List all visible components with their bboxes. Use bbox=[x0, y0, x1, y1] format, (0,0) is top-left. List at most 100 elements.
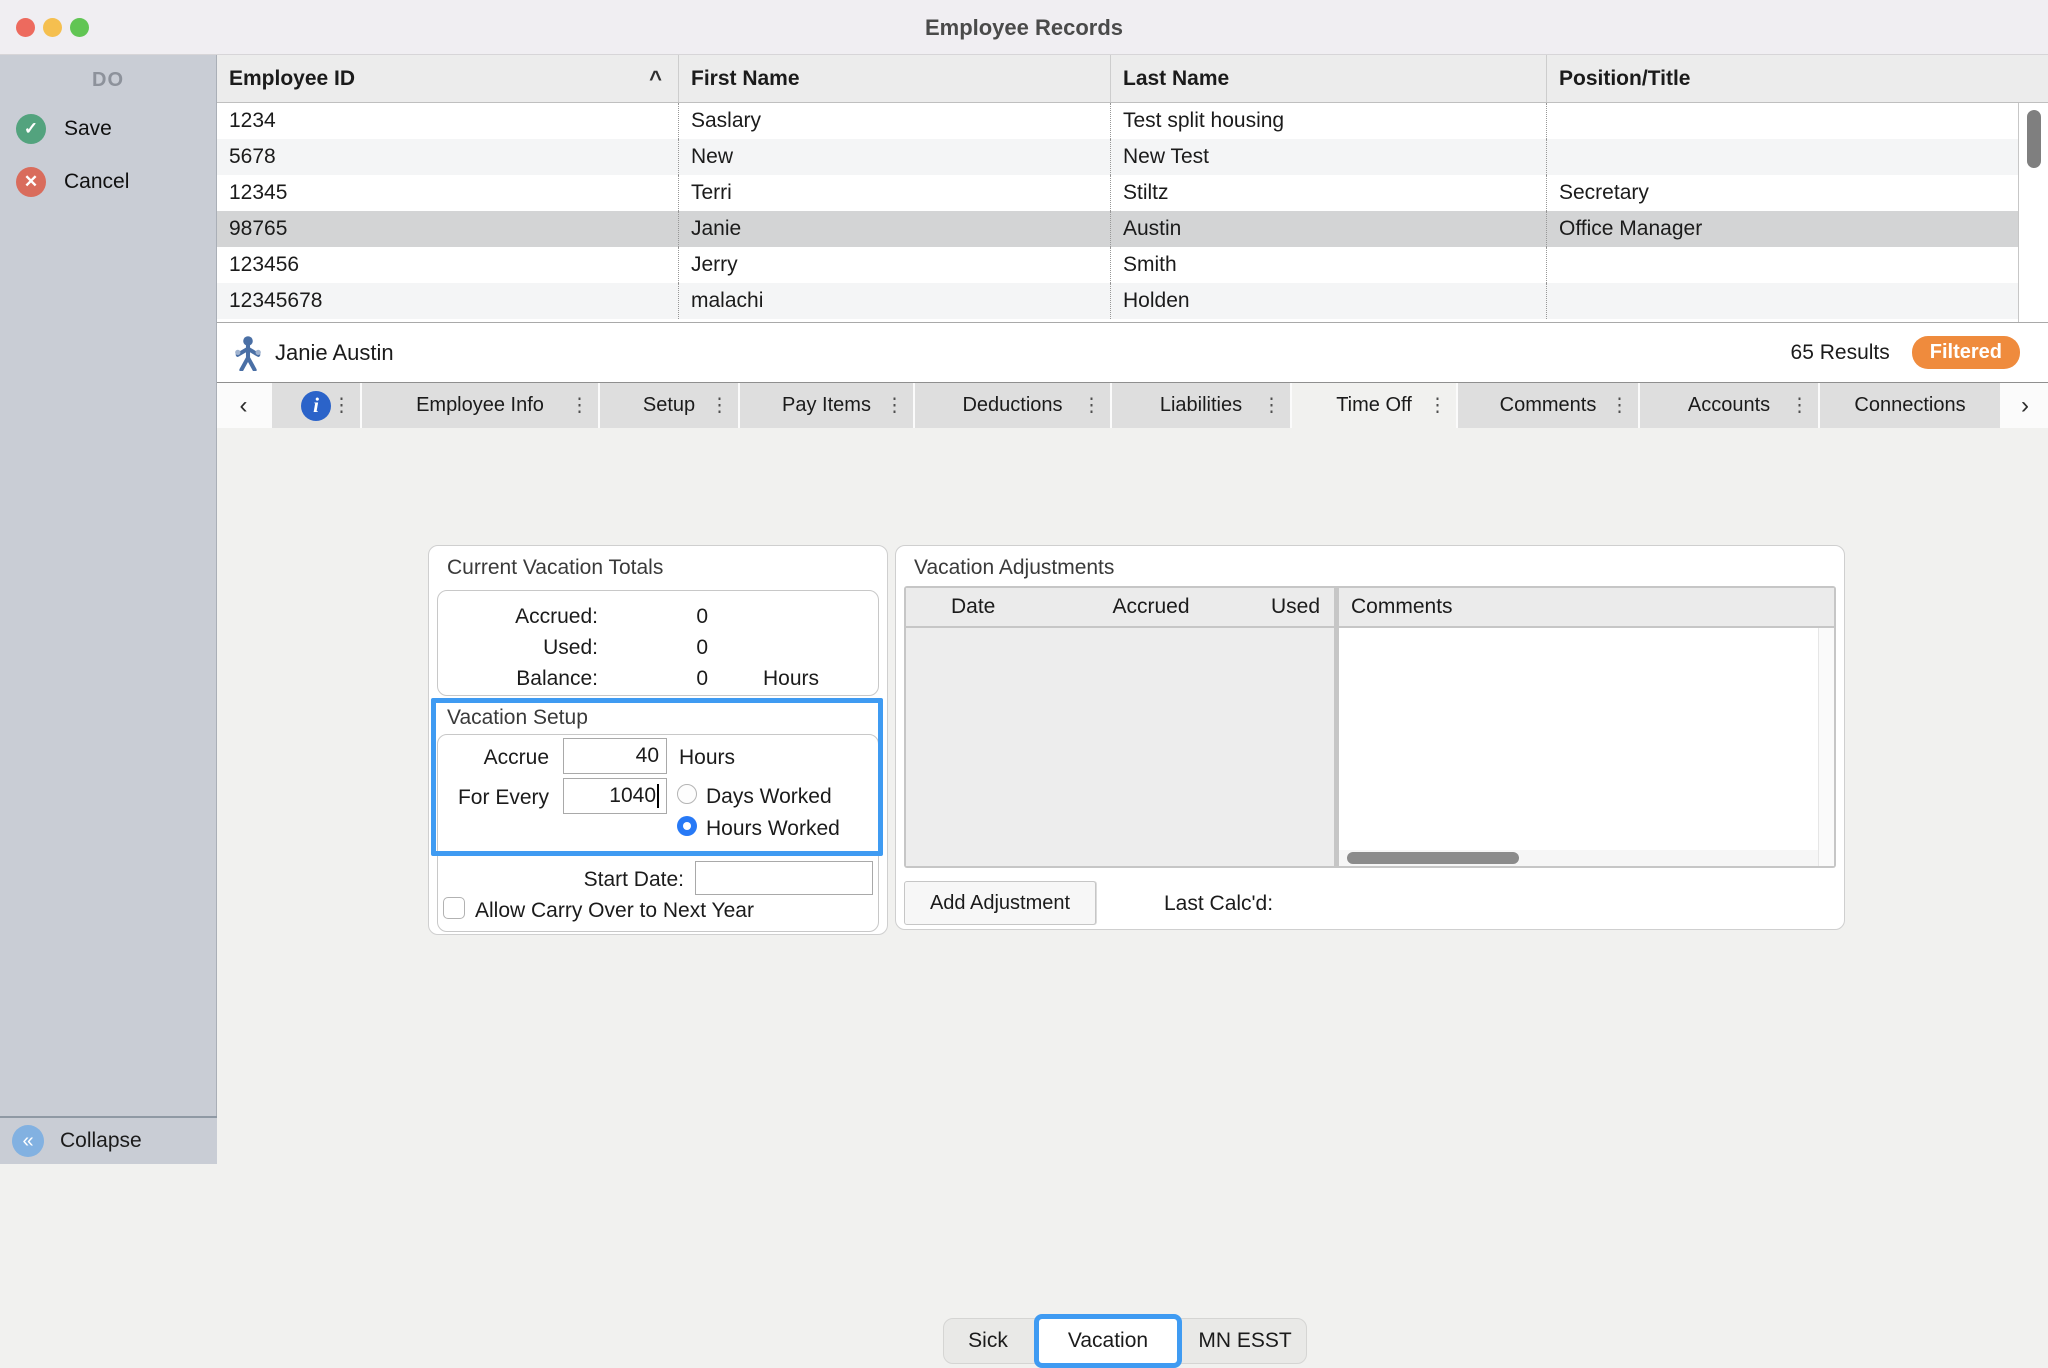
employee-person-icon bbox=[233, 335, 263, 371]
tab-options-icon[interactable]: ⋮ bbox=[332, 394, 351, 417]
tab-options-icon[interactable]: ⋮ bbox=[570, 394, 589, 417]
tab-employee-info[interactable]: Employee Info⋮ bbox=[362, 383, 598, 428]
accrue-input[interactable]: 40 bbox=[563, 738, 667, 774]
record-bar: Janie Austin 65 Results Filtered bbox=[217, 322, 2048, 383]
info-icon: i bbox=[301, 391, 331, 421]
results-count: 65 Results bbox=[1791, 341, 1890, 365]
selected-employee-name: Janie Austin bbox=[275, 340, 394, 366]
for-every-input[interactable]: 1040 bbox=[563, 778, 667, 814]
tab-options-icon[interactable]: ⋮ bbox=[710, 394, 729, 417]
adjustments-column-accrued: Accrued bbox=[1076, 595, 1226, 619]
column-header-position-title[interactable]: Position/Title bbox=[1546, 55, 2018, 102]
used-value: 0 bbox=[598, 636, 708, 660]
tab-accounts[interactable]: Accounts⋮ bbox=[1640, 383, 1818, 428]
save-button[interactable]: ✓ Save bbox=[0, 107, 217, 151]
table-scrollbar bbox=[2018, 103, 2048, 322]
cancel-label: Cancel bbox=[64, 170, 129, 194]
tab-info[interactable]: i ⋮ bbox=[272, 383, 360, 428]
tab-setup[interactable]: Setup⋮ bbox=[600, 383, 738, 428]
adjustments-column-used: Used bbox=[1226, 595, 1334, 619]
used-label: Used: bbox=[438, 636, 598, 660]
table-row[interactable]: 123456 Jerry Smith bbox=[217, 247, 2048, 283]
current-vacation-totals-label: Current Vacation Totals bbox=[447, 556, 663, 580]
tabs-scroll-forward-button[interactable]: › bbox=[2002, 383, 2048, 428]
tab-pay-items[interactable]: Pay Items⋮ bbox=[740, 383, 913, 428]
cancel-x-icon: ✕ bbox=[16, 167, 46, 197]
carry-over-label: Allow Carry Over to Next Year bbox=[475, 899, 754, 923]
balance-unit: Hours bbox=[763, 667, 819, 691]
record-tab-bar: ‹ i ⋮ Employee Info⋮ Setup⋮ Pay Items⋮ D… bbox=[217, 383, 2048, 428]
save-label: Save bbox=[64, 117, 112, 141]
accrue-field-label: Accrue bbox=[439, 746, 549, 770]
text-cursor bbox=[657, 784, 659, 808]
hours-worked-radio[interactable] bbox=[677, 816, 697, 836]
balance-label: Balance: bbox=[438, 667, 598, 691]
collapse-chevrons-icon: « bbox=[12, 1125, 44, 1157]
start-date-label: Start Date: bbox=[489, 868, 684, 892]
tab-options-icon[interactable]: ⋮ bbox=[1082, 394, 1101, 417]
tab-sick[interactable]: Sick bbox=[944, 1329, 1032, 1353]
filtered-badge[interactable]: Filtered bbox=[1912, 336, 2020, 369]
tab-options-icon[interactable]: ⋮ bbox=[1610, 394, 1629, 417]
tab-mn-esst[interactable]: MN ESST bbox=[1184, 1329, 1306, 1353]
adjustments-rows-area[interactable] bbox=[906, 628, 1334, 866]
carry-over-checkbox[interactable] bbox=[443, 897, 465, 919]
days-worked-radio[interactable] bbox=[677, 784, 697, 804]
tab-options-icon[interactable]: ⋮ bbox=[1262, 394, 1281, 417]
main-area: Employee ID^ First Name Last Name Positi… bbox=[217, 55, 2048, 1164]
table-row-selected[interactable]: 98765 Janie Austin Office Manager bbox=[217, 211, 2048, 247]
adjustments-table: Date Accrued Used Comments bbox=[904, 586, 1836, 868]
column-header-last-name[interactable]: Last Name bbox=[1110, 55, 1546, 102]
table-scrollbar-thumb[interactable] bbox=[2027, 110, 2041, 168]
accrue-unit-label: Hours bbox=[679, 746, 735, 770]
vacation-setup-label: Vacation Setup bbox=[447, 706, 588, 730]
totals-box: Accrued: 0 Used: 0 Balance: 0 Hours bbox=[437, 590, 879, 696]
tabs-scroll-back-button[interactable]: ‹ bbox=[217, 383, 270, 428]
tab-connections[interactable]: Connections bbox=[1820, 383, 2000, 428]
vacation-adjustments-label: Vacation Adjustments bbox=[914, 556, 1114, 580]
leave-type-tabs: Sick Vacation MN ESST bbox=[943, 1318, 1307, 1364]
adjustments-comments-area[interactable] bbox=[1339, 628, 1834, 866]
column-header-employee-id[interactable]: Employee ID^ bbox=[217, 55, 678, 102]
tab-liabilities[interactable]: Liabilities⋮ bbox=[1112, 383, 1290, 428]
add-adjustment-button[interactable]: Add Adjustment bbox=[904, 881, 1096, 925]
tab-comments[interactable]: Comments⋮ bbox=[1458, 383, 1638, 428]
cancel-button[interactable]: ✕ Cancel bbox=[0, 160, 217, 204]
sort-ascending-icon: ^ bbox=[649, 55, 662, 102]
column-header-first-name[interactable]: First Name bbox=[678, 55, 1110, 102]
last-calcd-label: Last Calc'd: bbox=[1164, 892, 1273, 916]
table-row[interactable]: 1234 Saslary Test split housing bbox=[217, 103, 2048, 139]
tab-options-icon[interactable]: ⋮ bbox=[1790, 394, 1809, 417]
for-every-field-label: For Every bbox=[429, 786, 549, 810]
adjustments-column-date: Date bbox=[906, 595, 1076, 619]
tab-deductions[interactable]: Deductions⋮ bbox=[915, 383, 1110, 428]
window-title: Employee Records bbox=[0, 0, 2048, 55]
tab-options-icon[interactable]: ⋮ bbox=[885, 394, 904, 417]
hours-worked-label: Hours Worked bbox=[706, 817, 840, 841]
table-row[interactable]: 5678 New New Test bbox=[217, 139, 2048, 175]
tab-vacation-selected[interactable]: Vacation bbox=[1034, 1314, 1182, 1368]
vacation-totals-panel: Current Vacation Totals Accrued: 0 Used:… bbox=[428, 545, 888, 935]
balance-value: 0 bbox=[598, 667, 708, 691]
vacation-adjustments-panel: Vacation Adjustments Date Accrued Used C… bbox=[895, 545, 1845, 930]
start-date-input[interactable] bbox=[695, 861, 873, 895]
comments-horizontal-scrollbar bbox=[1339, 850, 1818, 866]
table-row[interactable]: 12345 Terri Stiltz Secretary bbox=[217, 175, 2048, 211]
title-bar: Employee Records bbox=[0, 0, 2048, 55]
collapse-label: Collapse bbox=[60, 1129, 142, 1153]
comments-vertical-scrollbar[interactable] bbox=[1818, 628, 1834, 866]
employee-table: Employee ID^ First Name Last Name Positi… bbox=[217, 55, 2048, 322]
tab-time-off[interactable]: Time Off⋮ bbox=[1292, 383, 1456, 428]
sidebar-header: DO bbox=[0, 69, 216, 92]
collapse-button[interactable]: « Collapse bbox=[0, 1116, 217, 1164]
table-row[interactable]: 12345678 malachi Holden bbox=[217, 283, 2048, 319]
days-worked-label: Days Worked bbox=[706, 785, 832, 809]
time-off-content: Current Vacation Totals Accrued: 0 Used:… bbox=[217, 428, 2048, 1164]
tab-options-icon[interactable]: ⋮ bbox=[1428, 394, 1447, 417]
table-header-row: Employee ID^ First Name Last Name Positi… bbox=[217, 55, 2048, 103]
accrued-value: 0 bbox=[598, 605, 708, 629]
adjustments-column-comments: Comments bbox=[1339, 595, 1453, 619]
sidebar: DO ✓ Save ✕ Cancel « Collapse bbox=[0, 55, 217, 1164]
save-check-icon: ✓ bbox=[16, 114, 46, 144]
comments-scrollbar-thumb[interactable] bbox=[1347, 852, 1519, 864]
